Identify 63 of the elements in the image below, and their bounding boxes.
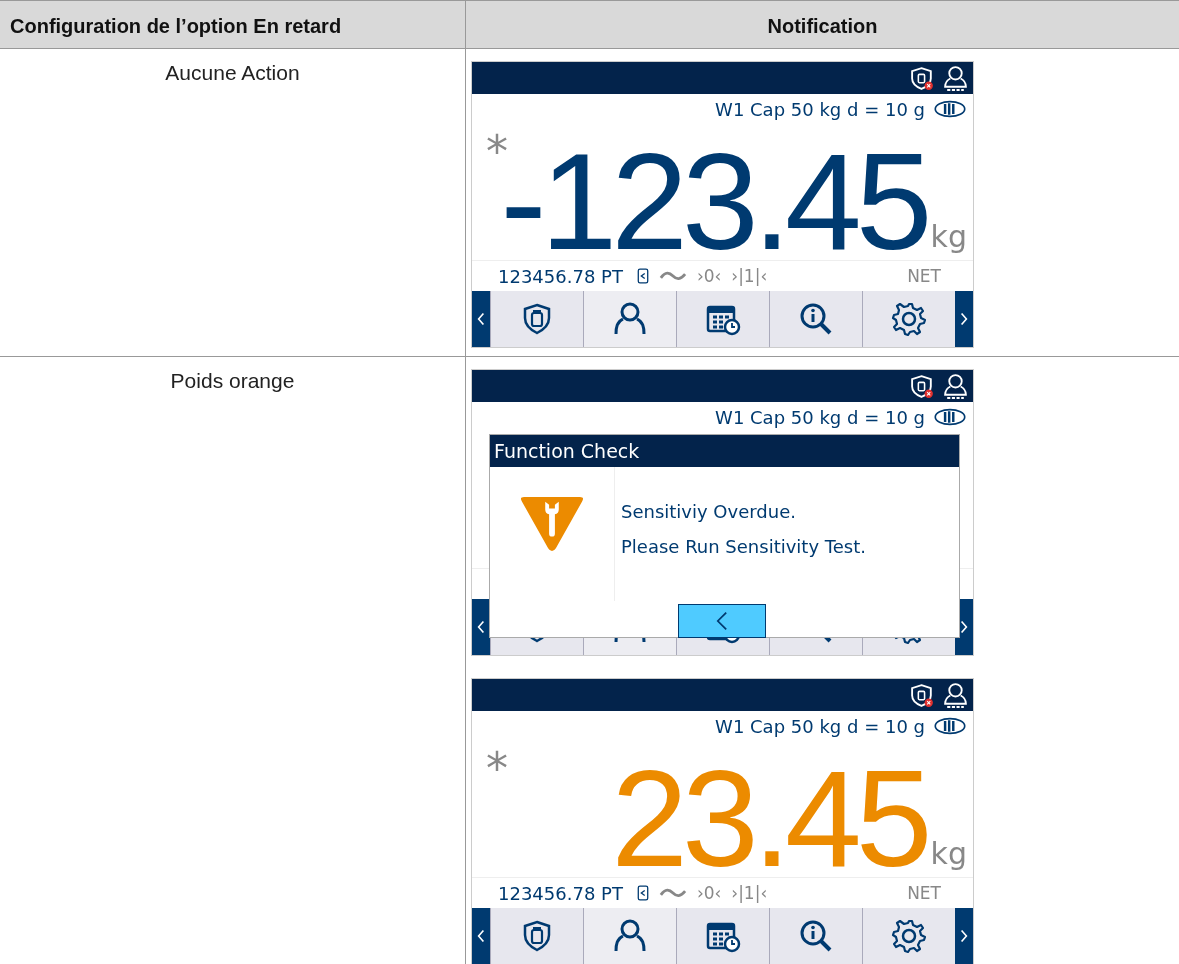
scale-range-icon [933, 100, 967, 118]
net-indicator: NET [907, 883, 941, 903]
user-icon [942, 681, 969, 709]
scale-info: W1 Cap 50 kg d = 10 g [715, 98, 925, 120]
settings-icon [891, 301, 927, 337]
chevron-right-icon [960, 928, 968, 944]
chevron-left-icon [477, 928, 485, 944]
settings-icon [891, 918, 927, 954]
weight-tag-icon [636, 883, 649, 903]
range-indicator: ›|1|‹ [731, 266, 768, 286]
chevron-left-icon [477, 619, 485, 635]
shield-weight-button[interactable] [490, 291, 583, 347]
next-button[interactable] [955, 291, 973, 347]
motion-icon [658, 270, 687, 282]
back-button[interactable] [678, 604, 766, 638]
user-icon [612, 301, 648, 337]
range-indicator: ›|1|‹ [731, 883, 768, 903]
tare-value: 123456.78 PT [498, 882, 623, 904]
chevron-left-icon [477, 311, 485, 327]
table-cell: Aucune Action [165, 61, 300, 84]
calendar-button[interactable] [676, 908, 769, 964]
chevron-right-icon [960, 311, 968, 327]
motion-icon [658, 887, 687, 899]
dialog-message: Please Run Sensitivity Test. [621, 536, 866, 557]
user-button[interactable] [583, 291, 676, 347]
weight-unit: kg [929, 219, 968, 256]
info-search-button[interactable] [769, 291, 862, 347]
shield-warning-icon [909, 372, 936, 400]
dialog-title: Function Check [490, 435, 959, 467]
zero-indicator: ›0‹ [696, 883, 722, 903]
weight-value: 23.45 [611, 759, 927, 877]
previous-button[interactable] [472, 291, 490, 347]
dialog-message: Sensitiviy Overdue. [621, 501, 797, 522]
zero-indicator: ›0‹ [696, 266, 722, 286]
column-header: Notification [766, 14, 879, 39]
info-search-icon [798, 301, 834, 337]
user-icon [942, 372, 969, 400]
info-search-button[interactable] [769, 908, 862, 964]
shield-weight-button[interactable] [490, 908, 583, 964]
user-button[interactable] [583, 908, 676, 964]
previous-button[interactable] [472, 599, 490, 655]
scale-range-icon [933, 717, 967, 735]
warning-wrench-icon [518, 495, 586, 553]
settings-button[interactable] [862, 291, 955, 347]
scale-info: W1 Cap 50 kg d = 10 g [715, 406, 925, 428]
calendar-button[interactable] [676, 291, 769, 347]
net-indicator: NET [907, 266, 941, 286]
scale-range-icon [933, 408, 967, 426]
tare-value: 123456.78 PT [498, 265, 623, 287]
next-button[interactable] [955, 908, 973, 964]
user-icon [612, 918, 648, 954]
shield-warning-icon [909, 64, 936, 92]
settings-button[interactable] [862, 908, 955, 964]
weight-tag-icon [636, 266, 649, 286]
asterisk: * [486, 743, 508, 794]
column-header: Configuration de l’option En retard [0, 1, 466, 48]
table-cell: Poids orange [170, 369, 295, 392]
user-icon [942, 64, 969, 92]
previous-button[interactable] [472, 908, 490, 964]
info-search-icon [798, 918, 834, 954]
shield-warning-icon [909, 681, 936, 709]
weight-unit: kg [929, 836, 968, 873]
scale-info: W1 Cap 50 kg d = 10 g [715, 715, 925, 737]
